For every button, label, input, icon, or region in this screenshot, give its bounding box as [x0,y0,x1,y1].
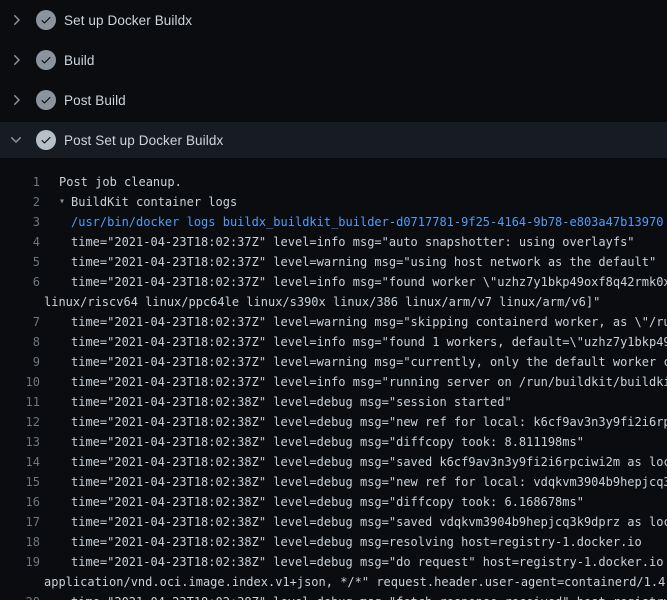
log-row: linux/riscv64 linux/ppc64le linux/s390x … [0,292,667,312]
line-number-link[interactable]: 16 [0,492,40,512]
line-number-link[interactable]: 15 [0,472,40,492]
log-command-text: /usr/bin/docker logs buildx_buildkit_bui… [71,212,663,232]
log-row: 6 time="2021-04-23T18:02:37Z" level=info … [0,272,667,292]
log-text: time="2021-04-23T18:02:37Z" level=info m… [71,372,667,392]
line-number-link[interactable]: 1 [0,172,40,192]
step-label: Post Set up Docker Buildx [64,133,223,148]
line-number-link[interactable]: 8 [0,332,40,352]
line-number-link[interactable]: 18 [0,532,40,552]
log-text: time="2021-04-23T18:02:38Z" level=debug … [71,512,667,532]
check-circle-icon [36,50,56,70]
line-number-link [0,572,40,592]
log-text: time="2021-04-23T18:02:38Z" level=debug … [71,432,584,452]
step-header-post-build[interactable]: Post Build [0,80,667,120]
log-pane: 1 Post job cleanup. 2 ▾BuildKit container l… [0,160,667,600]
line-number-link [0,292,40,312]
log-row: 19 time="2021-04-23T18:02:38Z" level=debu… [0,552,667,572]
log-text: time="2021-04-23T18:02:37Z" level=info m… [71,332,667,352]
line-number-link[interactable]: 12 [0,412,40,432]
log-text: time="2021-04-23T18:02:38Z" level=debug … [71,392,512,412]
log-row: 3/usr/bin/docker logs buildx_buildkit_bu… [0,212,667,232]
check-circle-icon [36,90,56,110]
log-text: time="2021-04-23T18:02:38Z" level=debug … [71,412,667,432]
log-row: 13 time="2021-04-23T18:02:38Z" level=debu… [0,432,667,452]
check-circle-icon [36,130,56,150]
actions-log-viewer: { "colors": { "page_bg": "#0a0c10", "sel… [0,0,667,600]
log-text: time="2021-04-23T18:02:38Z" level=debug … [71,452,667,472]
check-circle-icon [36,10,56,30]
log-row: 9 time="2021-04-23T18:02:37Z" level=warni… [0,352,667,372]
log-row: 8 time="2021-04-23T18:02:37Z" level=info … [0,332,667,352]
log-text: application/vnd.oci.image.index.v1+json,… [44,572,667,592]
log-text: linux/riscv64 linux/ppc64le linux/s390x … [44,292,600,312]
step-label: Post Build [64,93,126,108]
log-row: 18 time="2021-04-23T18:02:38Z" level=debu… [0,532,667,552]
line-number-link[interactable]: 9 [0,352,40,372]
steps-list: Set up Docker Buildx Build Post Build Post … [0,0,667,158]
log-row: 5 time="2021-04-23T18:02:37Z" level=warni… [0,252,667,272]
line-number-link[interactable]: 2 [0,192,40,212]
chevron-right-icon [8,12,24,28]
log-row: 7 time="2021-04-23T18:02:37Z" level=warni… [0,312,667,332]
log-row: 2 ▾BuildKit container logs [0,192,667,212]
log-text: time="2021-04-23T18:02:37Z" level=warnin… [71,312,667,332]
log-text: time="2021-04-23T18:02:37Z" level=info m… [71,232,635,252]
log-text: time="2021-04-23T18:02:38Z" level=debug … [71,592,667,600]
line-number-link[interactable]: 11 [0,392,40,412]
log-text: time="2021-04-23T18:02:38Z" level=debug … [71,532,642,552]
log-text: time="2021-04-23T18:02:37Z" level=info m… [71,272,667,292]
log-row: 10 time="2021-04-23T18:02:37Z" level=info… [0,372,667,392]
log-row: 12 time="2021-04-23T18:02:38Z" level=debu… [0,412,667,432]
log-text: Post job cleanup. [59,172,182,192]
chevron-right-icon [8,92,24,108]
step-label: Set up Docker Buildx [64,13,192,28]
log-row: 14 time="2021-04-23T18:02:38Z" level=debu… [0,452,667,472]
line-number-link[interactable]: 3 [0,212,40,232]
line-number-link[interactable]: 17 [0,512,40,532]
line-number-link[interactable]: 6 [0,272,40,292]
log-row: 15 time="2021-04-23T18:02:38Z" level=debu… [0,472,667,492]
line-number-link[interactable]: 5 [0,252,40,272]
line-number-link[interactable]: 14 [0,452,40,472]
log-text: time="2021-04-23T18:02:37Z" level=warnin… [71,252,656,272]
step-header-post-set-up-docker-buildx[interactable]: Post Set up Docker Buildx [0,122,667,158]
log-text: time="2021-04-23T18:02:38Z" level=debug … [71,472,667,492]
log-row: 1 Post job cleanup. [0,172,667,192]
log-row: 4 time="2021-04-23T18:02:37Z" level=info … [0,232,667,252]
step-header-build[interactable]: Build [0,40,667,80]
log-row: 11 time="2021-04-23T18:02:38Z" level=debu… [0,392,667,412]
line-number-link[interactable]: 20 [0,592,40,600]
log-group-label: BuildKit container logs [71,192,237,212]
chevron-right-icon [8,52,24,68]
line-number-link[interactable]: 13 [0,432,40,452]
log-row: application/vnd.oci.image.index.v1+json,… [0,572,667,592]
chevron-down-icon [8,132,24,148]
line-number-link[interactable]: 7 [0,312,40,332]
step-label: Build [64,53,95,68]
line-number-link[interactable]: 19 [0,552,40,572]
log-text: time="2021-04-23T18:02:37Z" level=warnin… [71,352,667,372]
log-row: 17 time="2021-04-23T18:02:38Z" level=debu… [0,512,667,532]
line-number-link[interactable]: 4 [0,232,40,252]
log-text: time="2021-04-23T18:02:38Z" level=debug … [71,492,584,512]
log-text: time="2021-04-23T18:02:38Z" level=debug … [71,552,667,572]
log-row: 20 time="2021-04-23T18:02:38Z" level=debu… [0,592,667,600]
line-number-link[interactable]: 10 [0,372,40,392]
log-row: 16 time="2021-04-23T18:02:38Z" level=debu… [0,492,667,512]
log-group-toggle-icon[interactable]: ▾ [59,192,71,212]
step-header-set-up-docker-buildx[interactable]: Set up Docker Buildx [0,0,667,40]
